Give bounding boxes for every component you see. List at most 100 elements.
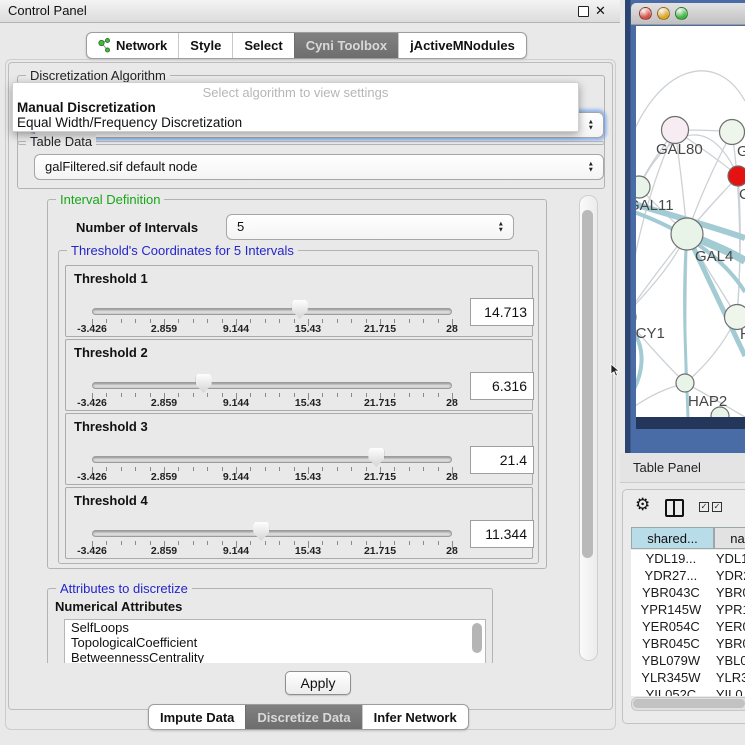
network-node-label: H <box>740 326 745 343</box>
threshold-value-field[interactable]: 11.344 <box>470 520 534 548</box>
table-rows: YDL19...YDL1YDR27...YDR2YBR043CYBR0YPR14… <box>631 550 745 696</box>
tab-select[interactable]: Select <box>232 33 293 58</box>
popup-hint: Select algorithm to view settings <box>13 85 578 100</box>
network-node-label: GAL80 <box>656 141 703 158</box>
network-node-label: GAL11 <box>636 197 674 214</box>
slider-track[interactable] <box>92 456 452 463</box>
list-scrollbar[interactable] <box>472 623 482 653</box>
scrollbar-thumb[interactable] <box>582 210 593 558</box>
tab-style[interactable]: Style <box>178 33 232 58</box>
slider-track[interactable] <box>92 308 452 315</box>
cell-name: YER0 <box>711 618 745 635</box>
attribute-item-selfloops[interactable]: SelfLoops <box>65 620 485 635</box>
slider-tick-label: 2.859 <box>134 397 194 409</box>
table-row[interactable]: YBR045CYBR0 <box>631 635 745 652</box>
cell-shared-name: YPR145W <box>631 601 711 618</box>
num-intervals-spinner[interactable]: 5 ▲▼ <box>226 214 514 240</box>
slider-thumb[interactable] <box>292 300 308 319</box>
network-canvas-svg[interactable]: GAL80GACGAL11GAL4GCY1HHAP2 <box>636 26 745 417</box>
attributes-group: Attributes to discretize Numerical Attri… <box>47 588 493 663</box>
tab-label: Select <box>244 38 282 53</box>
slider-thumb[interactable] <box>196 374 212 393</box>
table-row[interactable]: YBR043CYBR0 <box>631 584 745 601</box>
tab-jactivemnodules[interactable]: jActiveMNodules <box>398 33 526 58</box>
table-horizontal-scrollbar[interactable] <box>631 697 745 711</box>
table-row[interactable]: YDR27...YDR2 <box>631 567 745 584</box>
algorithm-dropdown-popup: Select algorithm to view settings Manual… <box>12 82 579 132</box>
table-row[interactable]: YBL079WYBL0 <box>631 652 745 669</box>
table-data-combobox[interactable]: galFiltered.sif default node ▲▼ <box>34 154 604 180</box>
threshold-panel-3: Threshold 3-3.4262.8599.14415.4321.71528… <box>65 413 533 485</box>
close-traffic-light[interactable] <box>639 7 652 20</box>
slider-tick-label: 2.859 <box>134 545 194 557</box>
network-node-c[interactable] <box>728 166 745 186</box>
threshold-value-field[interactable]: 21.4 <box>470 446 534 474</box>
bottom-tab-discretize-data[interactable]: Discretize Data <box>245 705 361 729</box>
table-row[interactable]: YER054CYER0 <box>631 618 745 635</box>
cell-name: YDL1 <box>711 550 745 567</box>
bottom-tab-infer-network[interactable]: Infer Network <box>362 705 468 729</box>
threshold-label: Threshold 1 <box>74 271 148 286</box>
threshold-panel-2: Threshold 2-3.4262.8599.14415.4321.71528… <box>65 339 533 411</box>
zoom-traffic-light[interactable] <box>675 7 688 20</box>
table-row[interactable]: YLR345WYLR3 <box>631 669 745 686</box>
slider-tick-label: 21.715 <box>350 323 410 335</box>
tab-cyni-toolbox[interactable]: Cyni Toolbox <box>294 33 398 58</box>
network-node-gal4[interactable] <box>671 218 703 250</box>
apply-button[interactable]: Apply <box>285 671 351 695</box>
table-row[interactable]: YIL052CYIL0 <box>631 686 745 696</box>
slider-track[interactable] <box>92 530 452 537</box>
column-header-2[interactable]: na <box>714 527 745 549</box>
close-icon[interactable]: ✕ <box>595 0 606 22</box>
bottom-tab-label: Discretize Data <box>257 710 350 725</box>
cell-shared-name: YER054C <box>631 618 711 635</box>
slider-tick-label: -3.426 <box>62 397 122 409</box>
settings-vertical-scrollbar[interactable] <box>579 195 598 661</box>
slider-thumb[interactable] <box>368 448 384 467</box>
network-node-gal11[interactable] <box>636 176 650 198</box>
threshold-value-field[interactable]: 6.316 <box>470 372 534 400</box>
table-row[interactable]: YDL19...YDL1 <box>631 550 745 567</box>
gear-icon[interactable]: ⚙ <box>635 495 650 515</box>
tab-label: Cyni Toolbox <box>306 38 387 53</box>
scrollbar-thumb[interactable] <box>633 699 745 708</box>
attribute-item-topologicalcoefficient[interactable]: TopologicalCoefficient <box>65 635 485 650</box>
table-panel-title: Table Panel <box>633 453 701 482</box>
network-node-hap2[interactable] <box>676 374 694 392</box>
minimize-traffic-light[interactable] <box>657 7 670 20</box>
chevron-up-down-icon: ▲▼ <box>588 120 594 131</box>
bottom-tab-impute-data[interactable]: Impute Data <box>149 705 245 729</box>
split-columns-icon[interactable] <box>665 499 684 517</box>
table-row[interactable]: YPR145WYPR1 <box>631 601 745 618</box>
float-window-icon[interactable] <box>578 6 589 17</box>
popup-option-equal-width-frequency-discretization[interactable]: Equal Width/Frequency Discretization <box>17 115 242 130</box>
checkbox-icon[interactable]: ✓ <box>699 502 709 512</box>
slider-tick-label: 2.859 <box>134 471 194 483</box>
cell-shared-name: YLR345W <box>631 669 711 686</box>
threshold-panel-1: Threshold 1-3.4262.8599.14415.4321.71528… <box>65 265 533 337</box>
column-header-1[interactable]: shared... <box>631 527 714 549</box>
slider-track[interactable] <box>92 382 452 389</box>
cell-name: YPR1 <box>711 601 745 618</box>
checkbox-icon[interactable]: ✓ <box>712 502 722 512</box>
interval-definition-title: Interval Definition <box>56 193 164 207</box>
slider-tick-label: 21.715 <box>350 471 410 483</box>
slider-tick-label: -3.426 <box>62 471 122 483</box>
threshold-value-field[interactable]: 14.713 <box>470 298 534 326</box>
network-node-ga[interactable] <box>720 120 745 145</box>
tab-network[interactable]: Network <box>87 33 178 58</box>
cyni-toolbox-panel: Discretization Algorithm ▲▼ Table Data g… <box>8 62 613 710</box>
popup-option-manual-discretization[interactable]: Manual Discretization <box>17 100 156 115</box>
threshold-panel-4: Threshold 4-3.4262.8599.14415.4321.71528… <box>65 487 533 559</box>
network-node-gal80[interactable] <box>662 117 689 144</box>
cell-name: YBL0 <box>711 652 745 669</box>
attribute-item-betweennesscentrality[interactable]: BetweennessCentrality <box>65 650 485 663</box>
slider-tick-label: 15.43 <box>278 323 338 335</box>
network-canvas-shadow <box>636 417 745 429</box>
tab-label: Network <box>116 38 167 53</box>
slider-thumb[interactable] <box>253 522 269 541</box>
numerical-attributes-list[interactable]: SelfLoopsTopologicalCoefficientBetweenne… <box>64 619 486 663</box>
network-window-title-bar[interactable] <box>631 3 745 25</box>
network-canvas[interactable]: GAL80GACGAL11GAL4GCY1HHAP2 <box>636 26 745 417</box>
cell-name: YLR3 <box>711 669 745 686</box>
